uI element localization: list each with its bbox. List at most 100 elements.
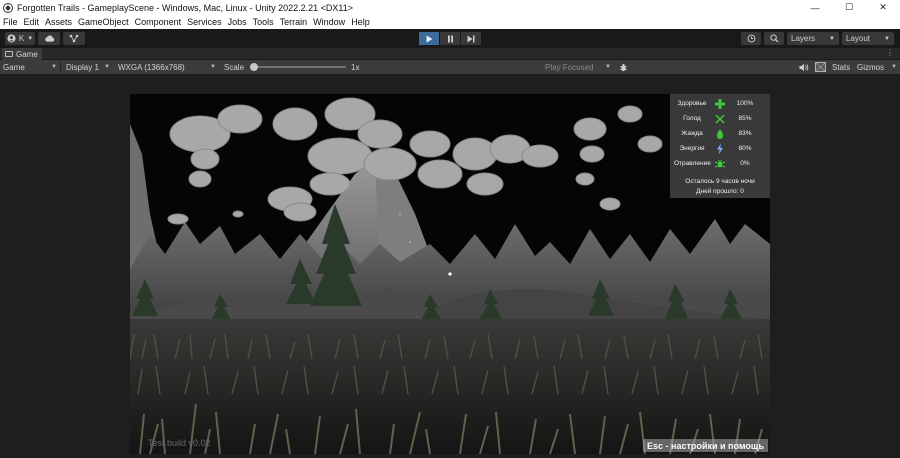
game-viewport[interactable]: Здоровье 100% Голод 85% Жажда 83% Энерги… bbox=[130, 94, 770, 454]
bug-report-button[interactable] bbox=[619, 60, 628, 74]
step-button[interactable] bbox=[461, 32, 481, 45]
build-version-label: Test build v0.02 bbox=[148, 438, 211, 448]
history-icon bbox=[747, 34, 755, 43]
hud-stat-value: 0% bbox=[740, 160, 750, 167]
chevron-down-icon: ▼ bbox=[605, 64, 611, 70]
play-mode-label: Play Focused bbox=[545, 62, 594, 72]
pause-icon bbox=[447, 35, 453, 42]
menu-help[interactable]: Help bbox=[351, 17, 370, 27]
hud-stat-value: 100% bbox=[736, 100, 754, 107]
hud-row-health: Здоровье 100% bbox=[670, 97, 770, 111]
gizmos-label: Gizmos bbox=[857, 62, 885, 72]
scale-value: 1x bbox=[351, 62, 360, 72]
search-button[interactable] bbox=[764, 32, 784, 45]
chevron-down-icon: ▼ bbox=[210, 64, 216, 70]
game-view-area: Здоровье 100% Голод 85% Жажда 83% Энерги… bbox=[0, 74, 900, 458]
layers-label: Layers bbox=[791, 34, 816, 43]
mute-audio-button[interactable] bbox=[799, 60, 809, 74]
chevron-down-icon: ▼ bbox=[829, 35, 835, 42]
account-icon bbox=[7, 34, 16, 43]
hud-status-panel: Здоровье 100% Голод 85% Жажда 83% Энерги… bbox=[670, 94, 770, 198]
pause-button[interactable] bbox=[440, 32, 460, 45]
display-dropdown[interactable]: Display 1 ▼ bbox=[66, 60, 110, 74]
hud-stat-name: Отравление bbox=[674, 160, 711, 167]
hud-stat-value: 85% bbox=[738, 115, 752, 122]
divider bbox=[60, 62, 61, 72]
chevron-down-icon: ▼ bbox=[891, 64, 897, 70]
menu-jobs[interactable]: Jobs bbox=[228, 17, 247, 27]
play-icon bbox=[426, 35, 432, 42]
collab-button[interactable] bbox=[63, 32, 85, 45]
undo-history-button[interactable] bbox=[741, 32, 761, 45]
gizmos-dropdown[interactable]: Gizmos ▼ bbox=[857, 60, 897, 74]
hud-row-poison: Отравление 0% bbox=[670, 157, 770, 171]
chevron-down-icon: ▼ bbox=[104, 64, 110, 70]
grid-icon bbox=[815, 62, 826, 72]
panel-menu-icon[interactable]: ⋮ bbox=[886, 48, 894, 57]
menu-assets[interactable]: Assets bbox=[45, 17, 72, 27]
cloud-button[interactable] bbox=[38, 32, 60, 45]
aspect-toggle-button[interactable] bbox=[815, 60, 826, 74]
menu-services[interactable]: Services bbox=[187, 17, 222, 27]
window-title: Forgotten Trails - GameplayScene - Windo… bbox=[17, 2, 353, 13]
play-mode-dropdown[interactable]: Play Focused ▼ bbox=[545, 60, 611, 74]
health-cross-icon bbox=[715, 99, 725, 109]
panel-tab-bar: Game ⋮ bbox=[0, 48, 900, 60]
water-drop-icon bbox=[716, 129, 724, 139]
layout-label: Layout bbox=[846, 34, 871, 43]
stats-button[interactable]: Stats bbox=[832, 60, 850, 74]
bug-icon bbox=[619, 63, 628, 71]
hud-row-hunger: Голод 85% bbox=[670, 112, 770, 126]
main-toolbar: K ▼ Layers ▼ Layout ▼ bbox=[0, 29, 900, 48]
unity-logo-icon bbox=[3, 2, 13, 13]
game-view-toolbar: Game ▼ Display 1 ▼ WXGA (1366x768) ▼ Sca… bbox=[0, 60, 900, 74]
menu-file[interactable]: File bbox=[3, 17, 18, 27]
version-control-icon bbox=[69, 34, 79, 43]
scale-slider-track[interactable] bbox=[256, 66, 346, 68]
scale-slider-handle[interactable] bbox=[250, 63, 258, 71]
menu-terrain[interactable]: Terrain bbox=[280, 17, 308, 27]
menu-tools[interactable]: Tools bbox=[253, 17, 274, 27]
resolution-label: WXGA (1366x768) bbox=[118, 62, 185, 72]
hud-days-passed: Дней прошло: 0 bbox=[696, 188, 744, 195]
menu-edit[interactable]: Edit bbox=[24, 17, 40, 27]
bug-icon bbox=[714, 159, 726, 168]
hud-stat-value: 80% bbox=[738, 145, 752, 152]
scale-label: Scale bbox=[224, 62, 245, 72]
cloud-icon bbox=[44, 35, 54, 42]
display-label: Display 1 bbox=[66, 62, 99, 72]
tab-game-label: Game bbox=[16, 49, 38, 59]
menu-window[interactable]: Window bbox=[313, 17, 345, 27]
hud-row-thirst: Жажда 83% bbox=[670, 127, 770, 141]
layers-dropdown[interactable]: Layers ▼ bbox=[787, 32, 839, 45]
menu-gameobject[interactable]: GameObject bbox=[78, 17, 129, 27]
lightning-icon bbox=[717, 143, 723, 155]
window-titlebar: Forgotten Trails - GameplayScene - Windo… bbox=[0, 0, 900, 15]
toolbar-right-group: Layers ▼ Layout ▼ bbox=[741, 32, 894, 45]
play-button[interactable] bbox=[419, 32, 439, 45]
layout-dropdown[interactable]: Layout ▼ bbox=[842, 32, 894, 45]
menu-bar: File Edit Assets GameObject Component Se… bbox=[0, 15, 900, 29]
hud-stat-name: Жажда bbox=[681, 130, 703, 137]
help-hint-label: Esc - настройки и помощь bbox=[643, 439, 768, 452]
speaker-icon bbox=[799, 63, 809, 71]
game-mode-dropdown[interactable]: Game ▼ bbox=[3, 60, 57, 74]
step-forward-icon bbox=[467, 35, 475, 42]
close-button[interactable]: ✕ bbox=[866, 0, 900, 15]
hud-time-left: Осталось 9 часов ночи bbox=[685, 178, 755, 185]
crossed-utensils-icon bbox=[715, 114, 725, 124]
resolution-dropdown[interactable]: WXGA (1366x768) ▼ bbox=[118, 60, 216, 74]
chevron-down-icon: ▼ bbox=[884, 35, 890, 42]
maximize-button[interactable]: ☐ bbox=[832, 0, 866, 15]
account-label: K bbox=[18, 34, 25, 43]
tab-game[interactable]: Game bbox=[2, 48, 42, 60]
chevron-down-icon: ▼ bbox=[27, 35, 34, 42]
gamepad-icon bbox=[5, 51, 13, 57]
search-icon bbox=[769, 34, 779, 43]
game-mode-label: Game bbox=[3, 62, 25, 72]
hud-stat-name: Энергия bbox=[679, 145, 705, 152]
minimize-button[interactable]: — bbox=[798, 0, 832, 15]
menu-component[interactable]: Component bbox=[135, 17, 182, 27]
window-controls: — ☐ ✕ bbox=[798, 0, 900, 15]
account-dropdown[interactable]: K ▼ bbox=[5, 32, 35, 45]
